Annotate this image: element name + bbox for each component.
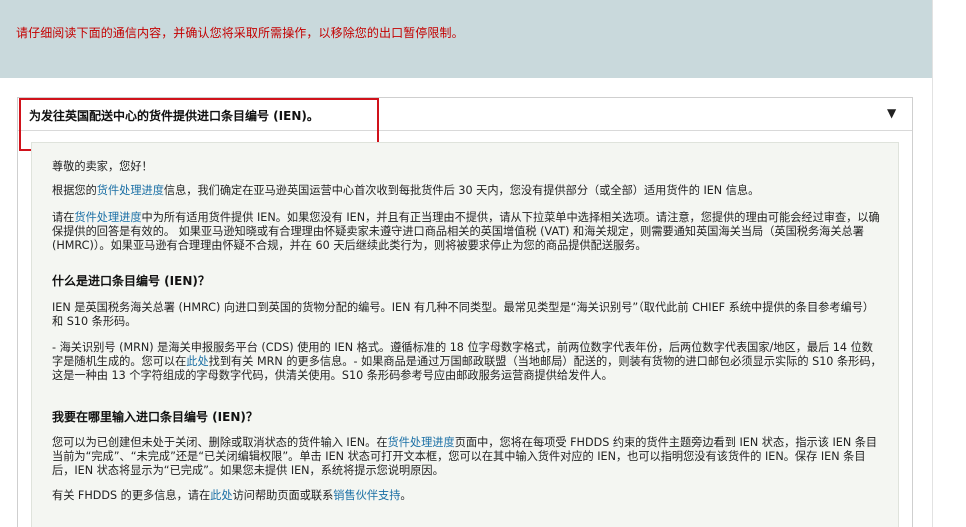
banner-text: 请仔细阅读下面的通信内容，并确认您将采取所需操作，以移除您的出口暂停限制。 <box>16 26 464 40</box>
paragraph-1: 根据您的货件处理进度信息，我们确定在亚马逊英国运营中心首次收到每批货件后 30 … <box>52 184 884 198</box>
shipment-progress-link[interactable]: 货件处理进度 <box>388 436 455 449</box>
seller-support-link[interactable]: 销售伙伴支持 <box>333 489 400 502</box>
text: 您可以为已创建但未处于关闭、删除或取消状态的货件输入 IEN。在 <box>52 436 388 449</box>
text: 请在 <box>52 211 75 224</box>
text: 有关 FHDDS 的更多信息，请在 <box>52 489 211 502</box>
text: 。 <box>400 489 412 502</box>
accordion-title: 为发往英国配送中心的货件提供进口条目编号 (IEN)。 <box>29 109 319 123</box>
main-content: 为发往英国配送中心的货件提供进口条目编号 (IEN)。 ▼ 尊敬的卖家，您好！ … <box>0 78 932 527</box>
text: 访问帮助页面或联系 <box>232 489 334 502</box>
chevron-down-icon[interactable]: ▼ <box>887 106 896 120</box>
paragraph-4: - 海关识别号 (MRN) 是海关申报服务平台 (CDS) 使用的 IEN 格式… <box>52 341 884 383</box>
section-heading-where-enter-ien: 我要在哪里输入进口条目编号 (IEN)？ <box>52 410 258 424</box>
text: 根据您的 <box>52 184 97 197</box>
alert-banner: 请仔细阅读下面的通信内容，并确认您将采取所需操作，以移除您的出口暂停限制。 <box>0 0 932 78</box>
communication-panel: 尊敬的卖家，您好！ 根据您的货件处理进度信息，我们确定在亚马逊英国运营中心首次收… <box>31 142 899 527</box>
right-panel <box>932 0 966 527</box>
greeting: 尊敬的卖家，您好！ <box>52 160 153 173</box>
section-heading-what-is-ien: 什么是进口条目编号 (IEN)？ <box>52 274 210 288</box>
accordion-header[interactable]: 为发往英国配送中心的货件提供进口条目编号 (IEN)。 ▼ <box>18 98 912 131</box>
shipment-progress-link[interactable]: 货件处理进度 <box>74 211 141 224</box>
text: 中为所有适用货件提供 IEN。如果您没有 IEN，并且有正当理由不提供，请从下拉… <box>52 211 880 252</box>
paragraph-5: 您可以为已创建但未处于关闭、删除或取消状态的货件输入 IEN。在货件处理进度页面… <box>52 436 884 478</box>
text: 信息，我们确定在亚马逊英国运营中心首次收到每批货件后 30 天内，您没有提供部分… <box>163 184 760 197</box>
mrn-info-link[interactable]: 此处 <box>186 355 208 368</box>
ien-accordion: 为发往英国配送中心的货件提供进口条目编号 (IEN)。 ▼ 尊敬的卖家，您好！ … <box>17 97 913 527</box>
help-page-link[interactable]: 此处 <box>210 489 232 502</box>
shipment-progress-link[interactable]: 货件处理进度 <box>97 184 164 197</box>
paragraph-6: 有关 FHDDS 的更多信息，请在此处访问帮助页面或联系销售伙伴支持。 <box>52 489 884 503</box>
paragraph-3: IEN 是英国税务海关总署 (HMRC) 向进口到英国的货物分配的编号。IEN … <box>52 301 875 328</box>
paragraph-2: 请在货件处理进度中为所有适用货件提供 IEN。如果您没有 IEN，并且有正当理由… <box>52 211 884 253</box>
